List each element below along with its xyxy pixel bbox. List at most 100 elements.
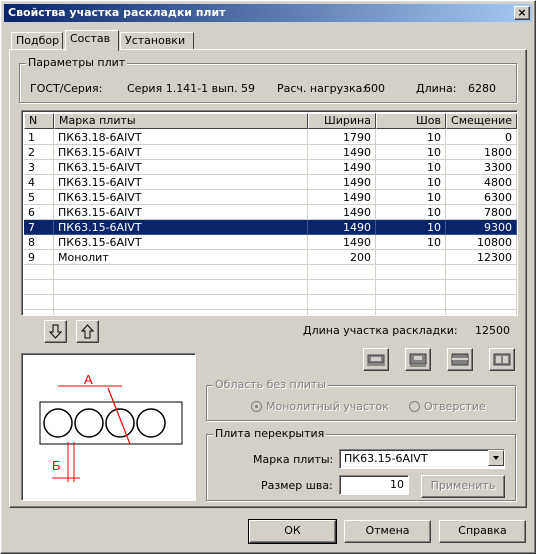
tool-button-4[interactable] <box>489 348 515 371</box>
col-header-seam[interactable]: Шов <box>376 113 446 129</box>
table-cell <box>376 250 446 265</box>
table-header: N Марка плиты Ширина Шов Смещение <box>24 113 517 129</box>
col-header-offset[interactable]: Смещение <box>446 113 517 129</box>
table-cell: 4 <box>24 175 54 190</box>
table-row[interactable]: 9 Монолит 200 12300 <box>24 250 517 265</box>
table-cell <box>376 280 446 295</box>
table-cell: 10 <box>376 235 446 250</box>
slab-mark-value: ПК63.15-6AIVT <box>344 452 428 465</box>
table-row[interactable]: 8 ПК63.15-6AIVT 1490 10 10800 <box>24 235 517 250</box>
col-header-n[interactable]: N <box>24 113 54 129</box>
slab-section-drawing: А Б <box>39 372 183 482</box>
table-cell: 1 <box>24 130 54 145</box>
table-cell: 1490 <box>308 235 376 250</box>
table-cell: 10 <box>376 220 446 235</box>
close-button[interactable]: × <box>514 6 530 20</box>
table-cell <box>376 295 446 310</box>
table-cell: 5 <box>24 190 54 205</box>
table-cell: Монолит <box>54 250 308 265</box>
table-cell: ПК63.15-6AIVT <box>54 220 308 235</box>
table-cell: 1490 <box>308 175 376 190</box>
table-row[interactable]: 5 ПК63.15-6AIVT 1490 10 6300 <box>24 190 517 205</box>
slab-table[interactable]: N Марка плиты Ширина Шов Смещение 1 ПК63.… <box>21 110 518 316</box>
table-cell <box>24 310 54 315</box>
slab-replace-icon <box>493 353 511 366</box>
length-label: Длина: <box>416 82 457 95</box>
tool-button-3[interactable] <box>447 348 473 371</box>
table-row[interactable]: 7 ПК63.15-6AIVT 1490 10 9300 <box>24 220 517 235</box>
seam-size-input[interactable]: 10 <box>339 475 409 495</box>
ok-button[interactable]: ОК <box>248 519 337 544</box>
slab-mark-label: Марка плиты: <box>253 453 334 466</box>
radio-monolith[interactable]: Монолитный участок <box>251 400 389 413</box>
slab-insert-icon <box>409 353 427 367</box>
radio-hole[interactable]: Отверстие <box>409 400 486 413</box>
table-cell <box>54 280 308 295</box>
tab-sostav[interactable]: Состав <box>65 30 119 51</box>
table-cell <box>54 295 308 310</box>
seam-size-value: 10 <box>390 478 404 491</box>
table-cell: 0 <box>446 130 517 145</box>
table-row <box>24 280 517 295</box>
total-length-label: Длина участка раскладки: <box>303 324 458 337</box>
table-row[interactable]: 4 ПК63.15-6AIVT 1490 10 4800 <box>24 175 517 190</box>
table-cell <box>446 265 517 280</box>
table-row[interactable]: 3 ПК63.15-6AIVT 1490 10 3300 <box>24 160 517 175</box>
table-cell: 200 <box>308 250 376 265</box>
dialog-window: Свойства участка раскладки плит × Подбор… <box>0 0 536 554</box>
table-cell: 1490 <box>308 205 376 220</box>
slab-group: Плита перекрытия Марка плиты: ПК63.15-6A… <box>206 427 516 501</box>
table-cell: ПК63.15-6AIVT <box>54 160 308 175</box>
table-cell: 3 <box>24 160 54 175</box>
move-down-button[interactable] <box>44 320 67 343</box>
table-cell: 10 <box>376 205 446 220</box>
apply-button[interactable]: Применить <box>421 475 505 498</box>
table-cell: 1800 <box>446 145 517 160</box>
tab-label: Состав <box>70 32 111 45</box>
dropdown-button[interactable] <box>488 450 504 466</box>
table-cell: 10 <box>376 145 446 160</box>
table-cell: 6300 <box>446 190 517 205</box>
table-cell: 10800 <box>446 235 517 250</box>
tool-button-1[interactable] <box>363 348 389 371</box>
move-up-button[interactable] <box>76 320 99 343</box>
col-header-width[interactable]: Ширина <box>308 113 376 129</box>
table-cell <box>308 295 376 310</box>
table-cell <box>24 280 54 295</box>
tool-button-2[interactable] <box>405 348 431 371</box>
table-cell: 4800 <box>446 175 517 190</box>
table-cell: 12300 <box>446 250 517 265</box>
label-b: Б <box>52 458 61 473</box>
arrow-up-icon <box>80 324 95 339</box>
table-cell: 2 <box>24 145 54 160</box>
table-cell: ПК63.15-6AIVT <box>54 205 308 220</box>
table-cell: ПК63.15-6AIVT <box>54 235 308 250</box>
table-cell: 1790 <box>308 130 376 145</box>
slab-split-icon <box>451 353 469 366</box>
load-value: 600 <box>364 82 385 95</box>
help-button[interactable]: Справка <box>439 520 526 543</box>
chevron-down-icon <box>493 456 499 460</box>
table-cell <box>376 310 446 315</box>
table-row[interactable]: 1 ПК63.18-6AIVT 1790 10 0 <box>24 130 517 145</box>
table-cell: 10 <box>376 190 446 205</box>
load-label: Расч. нагрузка: <box>277 82 367 95</box>
total-length-value: 12500 <box>475 324 510 337</box>
table-cell: ПК63.15-6AIVT <box>54 175 308 190</box>
table-cell <box>376 265 446 280</box>
table-cell <box>54 265 308 280</box>
table-row[interactable]: 2 ПК63.15-6AIVT 1490 10 1800 <box>24 145 517 160</box>
col-header-mark[interactable]: Марка плиты <box>54 113 308 129</box>
slab-mark-select[interactable]: ПК63.15-6AIVT <box>339 449 505 469</box>
tab-podbor[interactable]: Подбор <box>11 32 63 50</box>
title-bar: Свойства участка раскладки плит × <box>4 4 532 22</box>
table-row <box>24 295 517 310</box>
gost-label: ГОСТ/Серия: <box>30 82 103 95</box>
table-cell: 1490 <box>308 190 376 205</box>
table-cell: 1490 <box>308 160 376 175</box>
cancel-button[interactable]: Отмена <box>344 520 431 543</box>
table-row[interactable]: 6 ПК63.15-6AIVT 1490 10 7800 <box>24 205 517 220</box>
radio-hole-indicator <box>409 401 420 412</box>
tab-ustanovki[interactable]: Установки <box>120 32 194 50</box>
table-cell <box>446 280 517 295</box>
